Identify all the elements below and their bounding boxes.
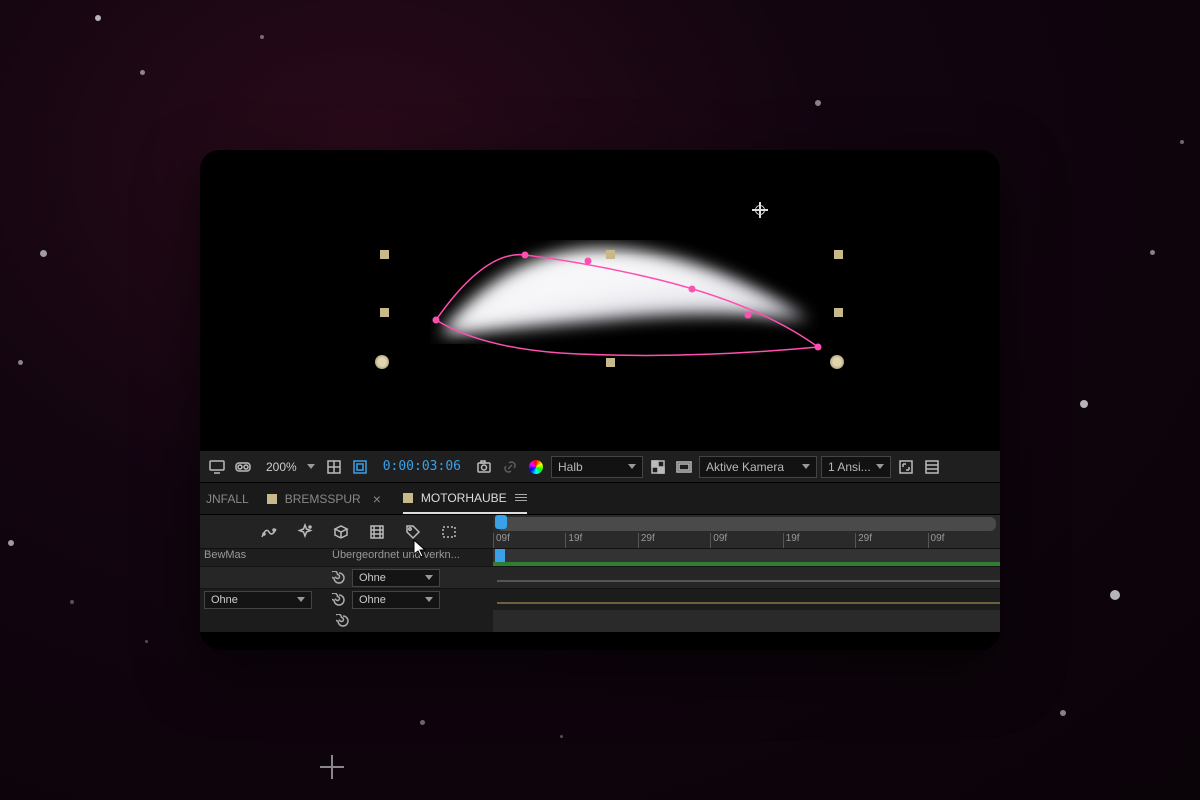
camera-dropdown[interactable]: Aktive Kamera: [699, 456, 817, 478]
parent-value: Ohne: [359, 594, 386, 606]
grid-icon[interactable]: [323, 456, 345, 478]
chevron-down-icon: [297, 597, 305, 602]
anchor-point-icon[interactable]: [752, 202, 768, 218]
layer-duration-bar[interactable]: [497, 602, 1000, 604]
tag-icon[interactable]: [404, 523, 422, 541]
color-wheel-icon[interactable]: [525, 456, 547, 478]
transform-handle[interactable]: [606, 250, 615, 259]
close-icon[interactable]: ×: [369, 491, 385, 507]
playhead[interactable]: [495, 515, 507, 529]
comp-color-swatch: [267, 494, 277, 504]
timeline-header: 09f 19f 29f 09f 19f 29f 09f: [200, 514, 1000, 548]
chevron-down-icon: [307, 464, 315, 469]
timeline-footer: [200, 610, 1000, 632]
transform-handle[interactable]: [380, 308, 389, 317]
cube-icon[interactable]: [332, 523, 350, 541]
views-dropdown[interactable]: 1 Ansi...: [821, 456, 891, 478]
ruler-tick-label: 19f: [565, 533, 637, 548]
filmstrip-icon[interactable]: [368, 523, 386, 541]
tab-label: JNFALL: [206, 492, 249, 506]
tab-unfall[interactable]: JNFALL: [206, 483, 249, 514]
time-ruler[interactable]: 09f 19f 29f 09f 19f 29f 09f: [493, 515, 1000, 548]
work-area-bar[interactable]: [497, 517, 996, 531]
pickwhip-icon[interactable]: [336, 614, 350, 628]
track-header-area: [493, 549, 1000, 566]
zoom-dropdown[interactable]: 200%: [258, 460, 319, 474]
tab-motorhaube[interactable]: MOTORHAUBE: [403, 483, 527, 514]
camera-snapshot-icon[interactable]: [473, 456, 495, 478]
safe-zones-icon[interactable]: [673, 456, 695, 478]
layer-duration-bar[interactable]: [497, 580, 1000, 582]
ruler-tick-label: 09f: [710, 533, 782, 548]
graph-editor-icon[interactable]: [260, 523, 278, 541]
ruler-tick-label: 09f: [928, 533, 1000, 548]
ruler-tick-label: 09f: [493, 533, 565, 548]
comp-color-swatch: [403, 493, 413, 503]
ruler-tick-label: 19f: [783, 533, 855, 548]
ruler-tick-label: 29f: [638, 533, 710, 548]
camera-value: Aktive Kamera: [706, 460, 784, 474]
viewer-toolbar: 200% 0:00:03:06 Halb Aktive Kamera 1 Ans…: [200, 450, 1000, 482]
composition-tabs: JNFALL BREMSSPUR × MOTORHAUBE: [200, 482, 1000, 514]
chevron-down-icon: [876, 464, 884, 469]
transform-handle[interactable]: [606, 358, 615, 367]
fit-icon[interactable]: [895, 456, 917, 478]
channels-icon[interactable]: [921, 456, 943, 478]
tab-bremsspur[interactable]: BREMSSPUR ×: [267, 483, 385, 514]
pickwhip-icon[interactable]: [332, 593, 346, 607]
layer-row[interactable]: Ohne Ohne: [200, 588, 1000, 610]
after-effects-window: 200% 0:00:03:06 Halb Aktive Kamera 1 Ans…: [200, 150, 1000, 650]
pickwhip-icon[interactable]: [332, 571, 346, 585]
monitor-icon[interactable]: [206, 456, 228, 478]
track-matte-dropdown[interactable]: Ohne: [204, 591, 312, 609]
parent-value: Ohne: [359, 572, 386, 584]
chevron-down-icon: [425, 597, 433, 602]
region-icon[interactable]: [440, 523, 458, 541]
resolution-value: Halb: [558, 460, 583, 474]
layer-content: [430, 240, 820, 360]
timeline-tools: [200, 515, 493, 548]
transform-handle[interactable]: [834, 308, 843, 317]
column-header-parent[interactable]: Übergeordnet und verkn...: [328, 549, 493, 566]
chevron-down-icon: [628, 464, 636, 469]
parent-dropdown[interactable]: Ohne: [352, 591, 440, 609]
transparency-grid-icon[interactable]: [647, 456, 669, 478]
timeline-column-headers: BewMas Übergeordnet und verkn...: [200, 548, 1000, 566]
crosshair-decoration: [320, 755, 344, 779]
transform-handle[interactable]: [834, 250, 843, 259]
tab-label: MOTORHAUBE: [421, 491, 507, 505]
column-header-motion-blur[interactable]: BewMas: [200, 549, 328, 566]
cached-frames-bar: [493, 562, 1000, 566]
resolution-dropdown[interactable]: Halb: [551, 456, 643, 478]
mask-bounds-icon[interactable]: [349, 456, 371, 478]
link-icon[interactable]: [499, 456, 521, 478]
tab-label: BREMSSPUR: [285, 492, 361, 506]
track-matte-value: Ohne: [211, 594, 238, 606]
views-value: 1 Ansi...: [828, 460, 871, 474]
ruler-tick-label: 29f: [855, 533, 927, 548]
composition-viewport[interactable]: [200, 150, 1000, 450]
panel-menu-icon[interactable]: [515, 494, 527, 501]
chevron-down-icon: [425, 575, 433, 580]
new-layer-icon[interactable]: [296, 523, 314, 541]
vr-goggles-icon[interactable]: [232, 456, 254, 478]
transform-corner-handle[interactable]: [375, 355, 389, 369]
layer-row[interactable]: Ohne: [200, 566, 1000, 588]
current-timecode[interactable]: 0:00:03:06: [375, 459, 469, 474]
transform-corner-handle[interactable]: [830, 355, 844, 369]
chevron-down-icon: [802, 464, 810, 469]
zoom-value: 200%: [262, 460, 301, 474]
parent-dropdown[interactable]: Ohne: [352, 569, 440, 587]
ruler-ticks: 09f 19f 29f 09f 19f 29f 09f: [493, 533, 1000, 548]
transform-handle[interactable]: [380, 250, 389, 259]
